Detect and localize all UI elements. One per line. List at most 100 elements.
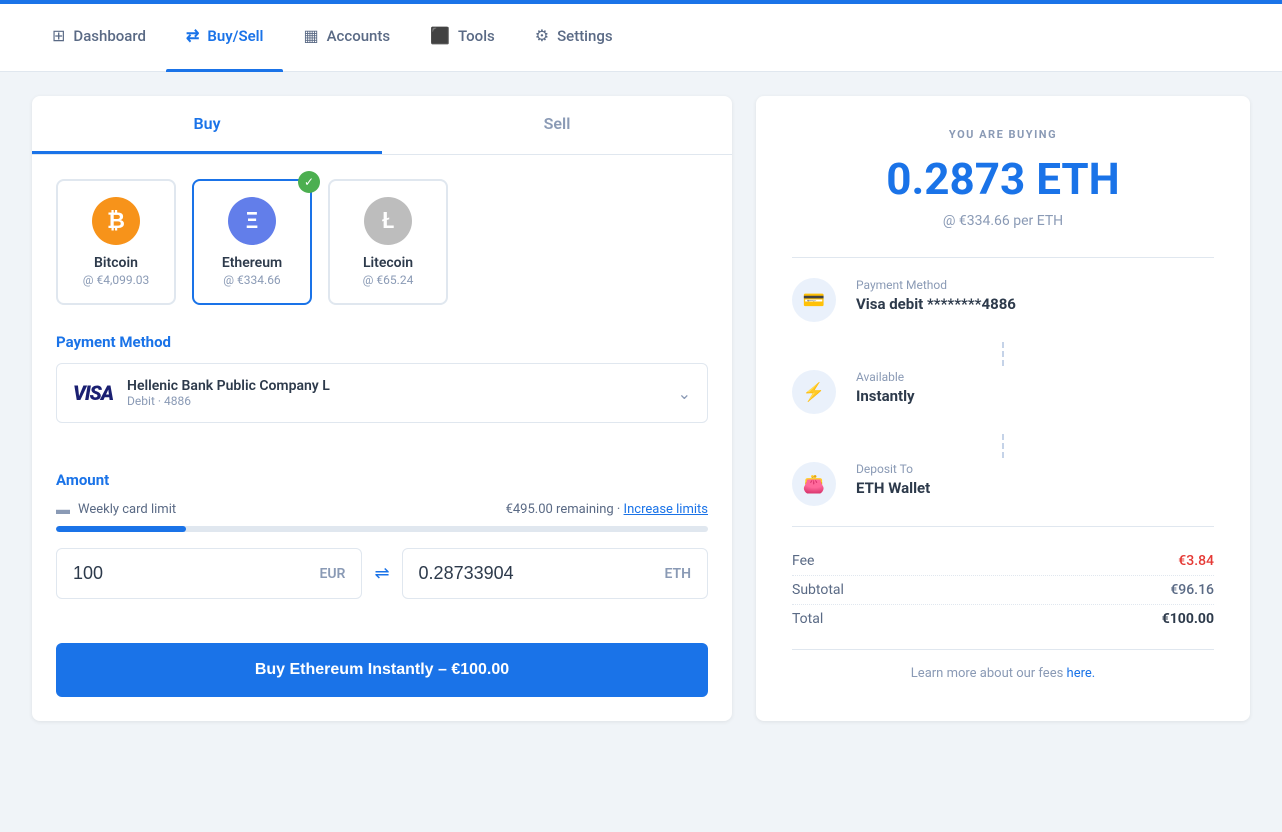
tab-buy[interactable]: Buy — [32, 96, 382, 154]
fee-section: Fee €3.84 Subtotal €96.16 Total €100.00 — [792, 547, 1214, 633]
lightning-icon: ⚡ — [803, 382, 825, 403]
subtotal-amount: €96.16 — [1170, 582, 1214, 598]
you-are-buying-label: YOU ARE BUYING — [792, 128, 1214, 141]
learn-more-link[interactable]: here. — [1067, 666, 1096, 681]
deposit-value: ETH Wallet — [856, 479, 930, 497]
eth-currency-label: ETH — [664, 566, 691, 582]
available-icon-wrap: ⚡ — [792, 370, 836, 414]
divider-1 — [792, 257, 1214, 258]
per-rate-display: @ €334.66 per ETH — [792, 213, 1214, 229]
crypto-options: ₿ Bitcoin @ €4,099.03 ✓ Ξ Ethereum @ €33… — [56, 179, 708, 305]
total-row: Total €100.00 — [792, 605, 1214, 633]
connector-line-1 — [1002, 342, 1004, 366]
nav-dashboard[interactable]: ⊞ Dashboard — [32, 0, 166, 72]
left-panel: Buy Sell ₿ Bitcoin @ €4,099.03 ✓ Ξ Ether… — [32, 96, 732, 721]
btc-icon: ₿ — [92, 197, 140, 245]
limit-row: ▬ Weekly card limit €495.00 remaining · … — [56, 501, 708, 518]
eth-input-wrap[interactable]: ETH — [402, 548, 708, 599]
nav-settings-label: Settings — [557, 27, 613, 45]
crypto-section: ₿ Bitcoin @ €4,099.03 ✓ Ξ Ethereum @ €33… — [32, 155, 732, 471]
payment-selector[interactable]: VISA Hellenic Bank Public Company L Debi… — [56, 363, 708, 423]
fee-amount: €3.84 — [1178, 553, 1214, 569]
fee-label: Fee — [792, 553, 814, 569]
main-content: Buy Sell ₿ Bitcoin @ €4,099.03 ✓ Ξ Ether… — [0, 72, 1282, 745]
right-panel: YOU ARE BUYING 0.2873 ETH @ €334.66 per … — [756, 96, 1250, 721]
buysell-icon: ⇄ — [186, 26, 199, 45]
card-type: Debit · 4886 — [127, 394, 330, 408]
limit-right: €495.00 remaining · Increase limits — [506, 502, 708, 517]
nav-accounts-label: Accounts — [327, 27, 391, 45]
accounts-icon: ▦ — [303, 26, 318, 45]
credit-card-icon: 💳 — [803, 290, 825, 311]
eth-price: @ €334.66 — [214, 273, 290, 287]
nav-settings[interactable]: ⚙ Settings — [515, 0, 633, 72]
payment-method-icon-wrap: 💳 — [792, 278, 836, 322]
nav-tools-label: Tools — [458, 27, 495, 45]
total-label: Total — [792, 611, 823, 627]
progress-bar — [56, 526, 708, 532]
ltc-icon: Ł — [364, 197, 412, 245]
card-limit-icon: ▬ — [56, 501, 70, 518]
limit-left: ▬ Weekly card limit — [56, 501, 176, 518]
nav-tools[interactable]: ⬛ Tools — [410, 0, 515, 72]
remaining-text: €495.00 remaining — [506, 502, 614, 517]
swap-icon[interactable]: ⇌ — [374, 563, 389, 584]
subtotal-row: Subtotal €96.16 — [792, 576, 1214, 605]
ltc-name: Litecoin — [350, 255, 426, 271]
settings-icon: ⚙ — [535, 26, 549, 45]
eth-name: Ethereum — [214, 255, 290, 271]
payment-left: VISA Hellenic Bank Public Company L Debi… — [73, 378, 330, 408]
available-value: Instantly — [856, 387, 915, 405]
learn-more-text: Learn more about our fees — [911, 666, 1064, 681]
progress-fill — [56, 526, 186, 532]
nav-buysell[interactable]: ⇄ Buy/Sell — [166, 0, 283, 72]
deposit-info-text: Deposit To ETH Wallet — [856, 462, 930, 497]
payment-method-info-text: Payment Method Visa debit ********4886 — [856, 278, 1016, 313]
eur-amount-input[interactable] — [73, 563, 319, 584]
visa-logo: VISA — [73, 381, 113, 405]
divider-2 — [792, 526, 1214, 527]
chevron-down-icon: ⌄ — [678, 384, 691, 403]
buy-amount-display: 0.2873 ETH — [792, 153, 1214, 205]
tab-bar: Buy Sell — [32, 96, 732, 155]
btc-price: @ €4,099.03 — [78, 273, 154, 287]
ltc-price: @ €65.24 — [350, 273, 426, 287]
weekly-limit-label: Weekly card limit — [78, 502, 176, 517]
available-info-text: Available Instantly — [856, 370, 915, 405]
crypto-card-btc[interactable]: ₿ Bitcoin @ €4,099.03 — [56, 179, 176, 305]
payment-method-row-label: Payment Method — [856, 278, 1016, 292]
amount-section-label: Amount — [56, 471, 708, 489]
eth-icon: Ξ — [228, 197, 276, 245]
learn-more: Learn more about our fees here. — [792, 649, 1214, 681]
deposit-label: Deposit To — [856, 462, 930, 476]
nav-dashboard-label: Dashboard — [73, 27, 146, 45]
payment-info: Hellenic Bank Public Company L Debit · 4… — [127, 378, 330, 408]
eth-amount-input[interactable] — [419, 563, 665, 584]
tab-sell[interactable]: Sell — [382, 96, 732, 154]
nav-accounts[interactable]: ▦ Accounts — [283, 0, 410, 72]
deposit-row: 👛 Deposit To ETH Wallet — [792, 462, 1214, 506]
crypto-card-ltc[interactable]: Ł Litecoin @ €65.24 — [328, 179, 448, 305]
fee-row: Fee €3.84 — [792, 547, 1214, 576]
total-amount: €100.00 — [1162, 611, 1214, 627]
buy-button[interactable]: Buy Ethereum Instantly – €100.00 — [56, 643, 708, 697]
bank-name: Hellenic Bank Public Company L — [127, 378, 330, 394]
payment-section-label: Payment Method — [56, 333, 708, 351]
available-row: ⚡ Available Instantly — [792, 370, 1214, 414]
dot-separator: · — [617, 502, 624, 517]
amount-section: Amount ▬ Weekly card limit €495.00 remai… — [32, 471, 732, 643]
deposit-icon-wrap: 👛 — [792, 462, 836, 506]
wallet-icon: 👛 — [803, 474, 825, 495]
eur-input-wrap[interactable]: EUR — [56, 548, 362, 599]
available-label: Available — [856, 370, 915, 384]
crypto-card-eth[interactable]: ✓ Ξ Ethereum @ €334.66 — [192, 179, 312, 305]
payment-method-row-value: Visa debit ********4886 — [856, 295, 1016, 313]
eth-check-icon: ✓ — [298, 171, 320, 193]
dashboard-icon: ⊞ — [52, 26, 65, 45]
connector-line-2 — [1002, 434, 1004, 458]
eur-currency-label: EUR — [319, 566, 345, 582]
increase-limits-link[interactable]: Increase limits — [624, 502, 708, 517]
nav-buysell-label: Buy/Sell — [207, 27, 263, 45]
amount-inputs: EUR ⇌ ETH — [56, 548, 708, 599]
payment-method-row: 💳 Payment Method Visa debit ********4886 — [792, 278, 1214, 322]
